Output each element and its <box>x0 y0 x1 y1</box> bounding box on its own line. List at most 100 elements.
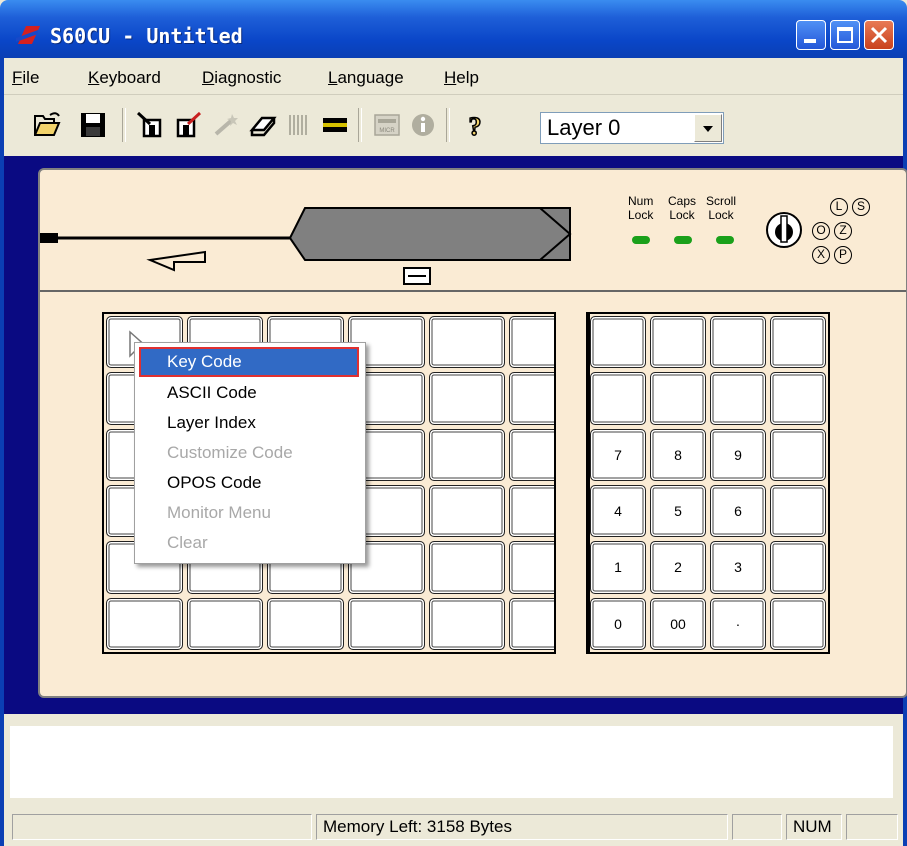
menu-diagnostic-mnemonic: D <box>202 68 215 87</box>
numpad-grid: 789 456 123 0 00 · <box>586 312 830 654</box>
scroll-lock-label: Scroll Lock <box>706 194 736 222</box>
menu-keyboard[interactable]: Keyboard <box>88 68 161 88</box>
mode-key-lock-icon[interactable] <box>764 210 804 250</box>
numpad-key[interactable] <box>770 428 826 481</box>
mode-letter-s: S <box>852 198 870 216</box>
help-question-icon[interactable]: ? <box>460 110 490 140</box>
num-lock-line2: Lock <box>628 208 654 222</box>
numpad-key[interactable] <box>650 372 706 425</box>
scroll-lock-led <box>716 236 734 244</box>
title-bar[interactable]: S60CU - Untitled <box>0 0 907 58</box>
mode-letter-x: X <box>812 246 830 264</box>
numpad-key[interactable] <box>770 484 826 538</box>
key-r2c5[interactable] <box>428 372 506 425</box>
status-pane-left <box>12 814 312 840</box>
context-menu-item-key-code[interactable]: Key Code <box>139 347 359 377</box>
menu-language-label: anguage <box>337 68 404 87</box>
key-r6c5[interactable] <box>428 597 506 650</box>
scroll-lock-line1: Scroll <box>706 194 737 208</box>
window-title: S60CU - Untitled <box>50 24 243 48</box>
import-icon[interactable] <box>136 110 166 140</box>
context-menu-item-layer-index[interactable]: Layer Index <box>167 413 256 433</box>
eraser-icon[interactable] <box>248 110 278 140</box>
menu-file[interactable]: File <box>12 68 39 88</box>
layer-dropdown-value: Layer 0 <box>547 115 621 140</box>
numpad-key-1[interactable]: 1 <box>590 541 646 594</box>
key-r4c5[interactable] <box>428 484 506 538</box>
grid-gap <box>554 312 588 654</box>
output-textbox[interactable] <box>10 726 893 798</box>
num-lock-label: Num Lock <box>628 194 653 222</box>
panel-divider <box>40 290 906 292</box>
numpad-key[interactable] <box>590 316 646 369</box>
numpad-key[interactable] <box>710 316 766 369</box>
app-window: S60CU - Untitled File Keyboard Diagnosti… <box>0 0 907 846</box>
mode-letter-o: O <box>812 222 830 240</box>
layer-dropdown-button[interactable] <box>694 114 722 142</box>
barcode-icon-disabled[interactable] <box>284 110 314 140</box>
save-disk-icon[interactable] <box>78 110 108 140</box>
open-folder-icon[interactable] <box>32 110 62 140</box>
key-r6c4[interactable] <box>347 597 425 650</box>
chevron-down-icon <box>703 126 713 132</box>
menu-keyboard-label: eyboard <box>99 68 161 87</box>
export-icon[interactable] <box>174 110 204 140</box>
context-menu-item-monitor-menu[interactable]: Monitor Menu <box>167 503 271 523</box>
key-r3c5[interactable] <box>428 428 506 481</box>
key-r6c3[interactable] <box>267 597 344 650</box>
caps-lock-led <box>674 236 692 244</box>
numpad-key[interactable] <box>770 597 826 650</box>
numpad-key-7[interactable]: 7 <box>590 428 646 481</box>
numpad-key-9[interactable]: 9 <box>710 428 766 481</box>
numpad-key-5[interactable]: 5 <box>650 484 706 538</box>
numpad-key-dot[interactable]: · <box>710 597 766 650</box>
info-icon-disabled[interactable] <box>408 110 438 140</box>
numpad-key-3[interactable]: 3 <box>710 541 766 594</box>
numpad-key[interactable] <box>770 541 826 594</box>
svg-text:MICR: MICR <box>379 128 395 134</box>
numpad-key-4[interactable]: 4 <box>590 484 646 538</box>
numpad-key[interactable] <box>710 372 766 425</box>
menu-help[interactable]: Help <box>444 68 479 88</box>
numpad-key[interactable] <box>770 372 826 425</box>
output-area <box>4 714 903 810</box>
svg-text:?: ? <box>469 112 482 140</box>
key-r1c5[interactable] <box>428 316 506 369</box>
status-pane-scroll <box>846 814 898 840</box>
caps-lock-line1: Caps <box>668 194 697 208</box>
context-menu: Key Code ASCII Code Layer Index Customiz… <box>134 342 366 564</box>
key-r6c2[interactable] <box>186 597 264 650</box>
close-button[interactable] <box>864 20 894 50</box>
minimize-icon <box>804 39 816 43</box>
context-menu-item-opos-code[interactable]: OPOS Code <box>167 473 262 493</box>
numpad-key[interactable] <box>650 316 706 369</box>
context-menu-item-clear[interactable]: Clear <box>167 533 208 553</box>
micr-icon-disabled[interactable]: MICR <box>372 110 402 140</box>
menu-diagnostic[interactable]: Diagnostic <box>202 68 281 88</box>
num-lock-line1: Num <box>628 194 654 208</box>
key-r5c5[interactable] <box>428 541 506 594</box>
status-memory: Memory Left: 3158 Bytes <box>316 814 728 840</box>
numpad-key[interactable] <box>590 372 646 425</box>
layer-dropdown[interactable]: Layer 0 <box>540 112 724 144</box>
numpad-key-0[interactable]: 0 <box>590 597 646 650</box>
numpad-key-2[interactable]: 2 <box>650 541 706 594</box>
minimize-button[interactable] <box>796 20 826 50</box>
status-bar: Memory Left: 3158 Bytes NUM <box>4 810 903 846</box>
menu-keyboard-mnemonic: K <box>88 68 100 87</box>
numpad-key-8[interactable]: 8 <box>650 428 706 481</box>
numpad-key[interactable] <box>770 316 826 369</box>
maximize-button[interactable] <box>830 20 860 50</box>
context-menu-item-ascii-code[interactable]: ASCII Code <box>167 383 257 403</box>
numpad-key-00[interactable]: 00 <box>650 597 706 650</box>
numpad-key-6[interactable]: 6 <box>710 484 766 538</box>
toolbar-separator <box>358 108 362 142</box>
context-menu-item-customize-code[interactable]: Customize Code <box>167 443 293 463</box>
scroll-lock-line2: Lock <box>708 208 734 222</box>
menu-language[interactable]: Language <box>328 68 404 88</box>
key-r6c1[interactable] <box>106 597 183 650</box>
card-reader-icon[interactable] <box>320 110 350 140</box>
wand-icon-disabled[interactable] <box>212 110 242 140</box>
toolbar-separator <box>446 108 450 142</box>
toolbar-separator <box>122 108 126 142</box>
